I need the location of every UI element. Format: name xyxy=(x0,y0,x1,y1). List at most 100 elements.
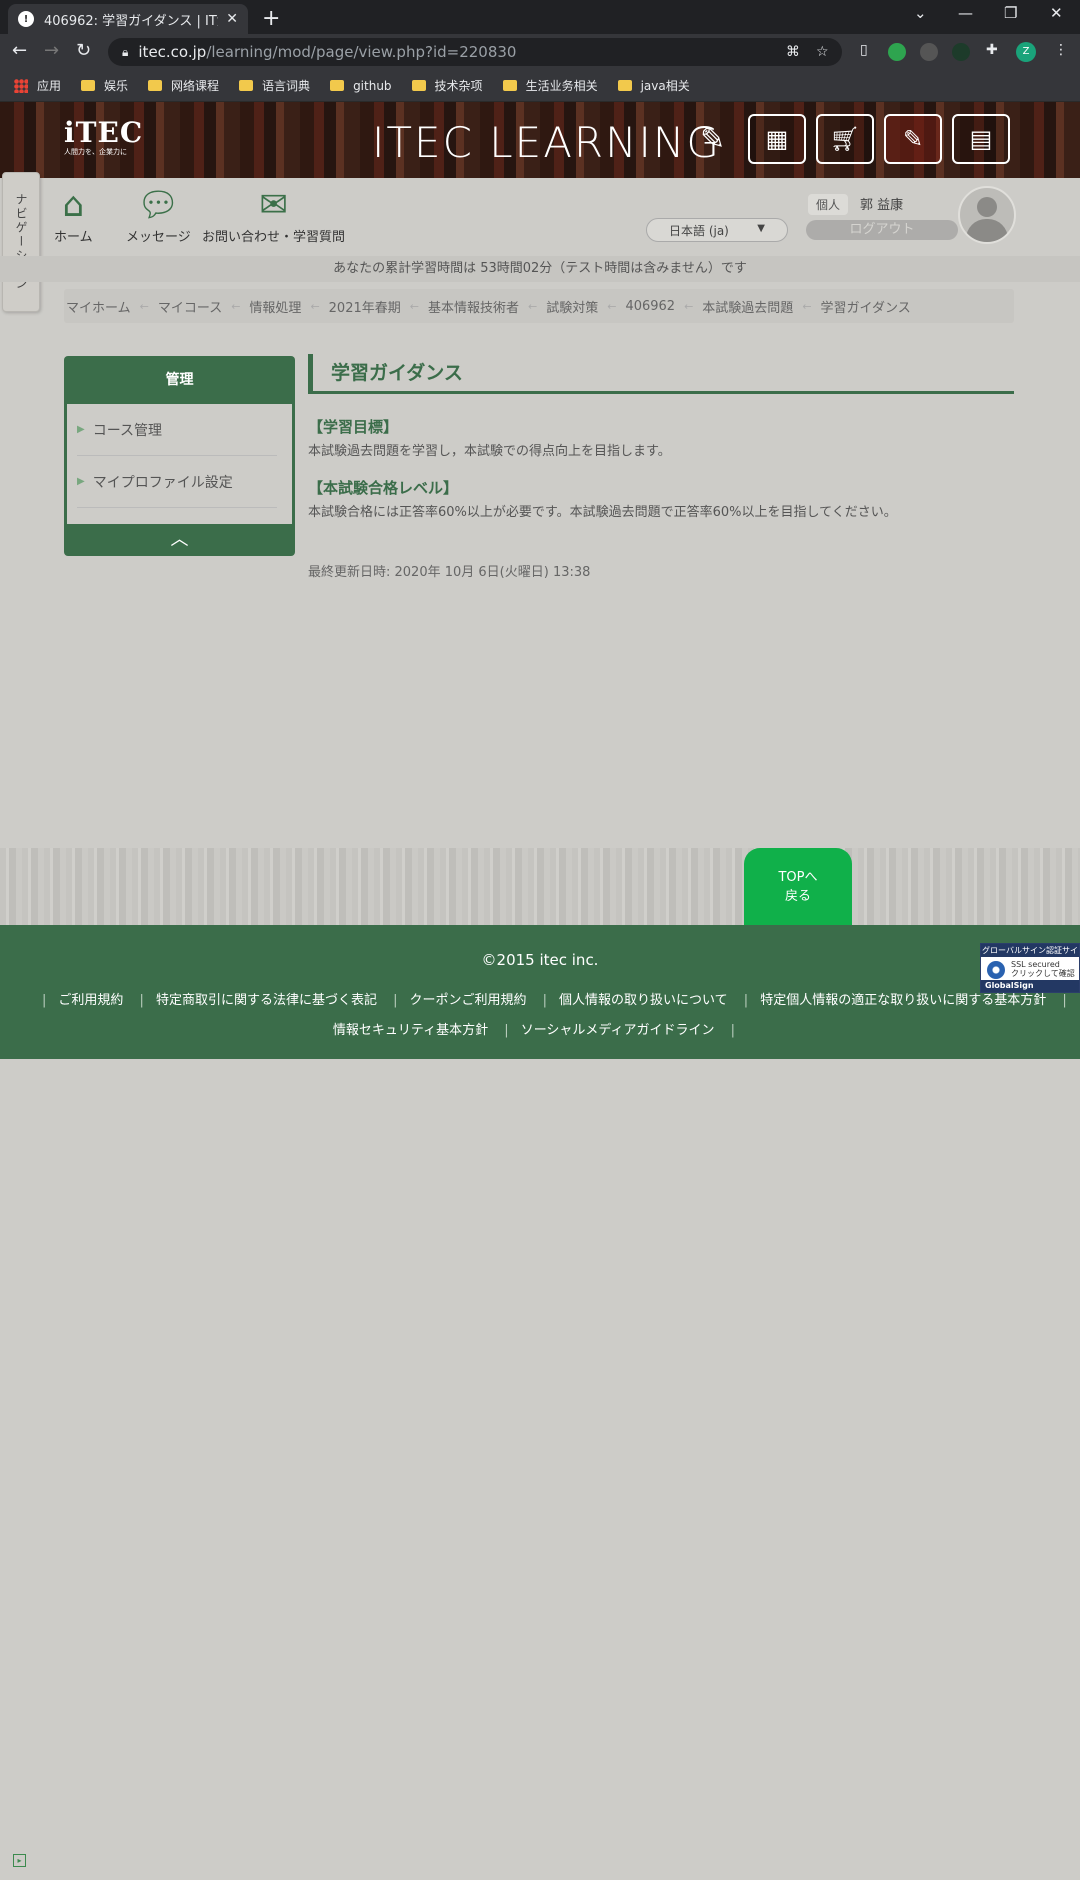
user-avatar[interactable] xyxy=(958,186,1016,244)
extension-dark-icon[interactable] xyxy=(952,43,970,61)
chat-icon: 💬︎ xyxy=(136,185,180,225)
bookmark-apps[interactable]: 应用 xyxy=(14,77,61,94)
bookmark-folder[interactable]: github xyxy=(330,79,392,93)
footer-link-social-media[interactable]: ソーシャルメディアガイドライン xyxy=(521,1023,715,1038)
itec-logo[interactable]: iTEC 人間力を、企業力に xyxy=(64,116,143,157)
footer-links-row-1: | ご利用規約 | 特定商取引に関する法律に基づく表記 | クーポンご利用規約 | 個人… xyxy=(42,993,1067,1008)
ssl-seal[interactable]: グローバルサイン認証サイト SSL secured クリックして確認 Global… xyxy=(980,943,1080,993)
nav-contact[interactable]: ✉ お問い合わせ・学習質問 xyxy=(202,184,345,245)
bookmark-folder[interactable]: 生活业务相关 xyxy=(502,77,598,94)
breadcrumb: マイホーム ← マイコース ← 情報処理 ← 2021年春期 ← 基本情報技術者 ← 試験… xyxy=(64,289,1014,323)
bookmark-folder[interactable]: 娱乐 xyxy=(81,77,128,94)
translate-icon[interactable]: ⌘ xyxy=(786,44,800,60)
mail-icon: ✉ xyxy=(259,185,288,225)
breadcrumb-item[interactable]: 情報処理 xyxy=(249,297,301,316)
footer-link-security-policy[interactable]: 情報セキュリティ基本方針 xyxy=(333,1023,488,1038)
breadcrumb-item[interactable]: 基本情報技術者 xyxy=(428,297,519,316)
breadcrumb-item[interactable]: 2021年春期 xyxy=(329,297,401,316)
reading-list-icon[interactable]: ▯ xyxy=(860,42,868,58)
triangle-right-icon: ▶ xyxy=(77,476,85,487)
nav-messages[interactable]: 💬︎ メッセージ xyxy=(126,184,191,245)
chrome-menu-icon[interactable]: ⋮ xyxy=(1054,42,1068,58)
address-bar[interactable]: 🔒︎ itec.co.jp/learning/mod/page/view.php… xyxy=(108,38,842,66)
footer-link-privacy[interactable]: 個人情報の取り扱いについて xyxy=(559,993,728,1008)
folder-icon xyxy=(617,80,632,91)
back-to-top-button[interactable]: TOPへ 戻る xyxy=(744,848,852,925)
footer-link-personal-number-policy[interactable]: 特定個人情報の適正な取り扱いに関する基本方針 xyxy=(760,993,1046,1008)
tab-title: 406962: 学習ガイダンス | IT資格 xyxy=(44,13,218,29)
breadcrumb-separator-icon: ← xyxy=(527,299,538,313)
apps-grid-icon xyxy=(14,78,28,93)
goal-text: 本試験過去問題を学習し，本試験での得点向上を目指します。 xyxy=(308,444,671,459)
admin-item-profile-settings[interactable]: ▶ マイプロファイル設定 xyxy=(77,456,277,508)
minimize-icon[interactable]: — xyxy=(958,4,973,22)
breadcrumb-item[interactable]: マイホーム xyxy=(66,297,131,316)
bookmark-folder[interactable]: 网络课程 xyxy=(148,77,219,94)
breadcrumb-item[interactable]: 試験対策 xyxy=(546,297,598,316)
new-tab-icon[interactable]: + xyxy=(262,6,280,31)
building-icon[interactable]: ▦ xyxy=(748,114,806,164)
site-banner: iTEC 人間力を、企業力に ITEC LEARNING ✎ ▦ 🛒︎ ✎ ▤ xyxy=(0,102,1080,178)
footer-link-terms[interactable]: ご利用規約 xyxy=(58,993,123,1008)
breadcrumb-item[interactable]: 406962 xyxy=(625,299,675,314)
corner-toggle-icon[interactable]: ▸ xyxy=(13,1854,26,1867)
extension-green-icon[interactable] xyxy=(888,43,906,61)
breadcrumb-separator-icon: ← xyxy=(684,299,694,313)
navigation-drawer-tab[interactable]: ナビゲーション xyxy=(2,172,40,312)
folder-icon xyxy=(81,80,96,91)
close-tab-icon[interactable]: ✕ xyxy=(226,11,238,27)
home-icon: ⌂ xyxy=(62,185,85,225)
bookmark-folder[interactable]: 语言词典 xyxy=(239,77,310,94)
url-host: itec.co.jp xyxy=(138,43,207,61)
breadcrumb-item[interactable]: マイコース xyxy=(158,297,222,316)
extension-eyes-icon[interactable] xyxy=(920,43,938,61)
lock-icon: 🔒︎ xyxy=(122,44,129,59)
close-window-icon[interactable]: ✕ xyxy=(1050,4,1063,22)
language-select[interactable]: 日本語 (ja) ▼ xyxy=(646,218,788,242)
folder-icon xyxy=(239,80,254,91)
breadcrumb-separator-icon: ← xyxy=(802,299,812,313)
last-updated: 最終更新日時: 2020年 10月 6日(火曜日) 13:38 xyxy=(308,565,591,580)
folder-icon xyxy=(148,80,163,91)
footer-bookshelf-decoration xyxy=(0,848,1080,925)
nav-home[interactable]: ⌂ ホーム xyxy=(54,184,93,245)
user-type-badge: 個人 xyxy=(808,194,849,215)
site-favicon-icon: ! xyxy=(18,11,34,27)
back-icon[interactable]: ← xyxy=(12,40,27,61)
admin-item-course-management[interactable]: ▶ コース管理 xyxy=(77,404,277,456)
url-path: /learning/mod/page/view.php?id=220830 xyxy=(206,43,517,61)
collapse-chevron-up-icon[interactable]: ︿ xyxy=(64,524,295,556)
folder-icon xyxy=(330,80,345,91)
admin-block-body: ▶ コース管理 ▶ マイプロファイル設定 xyxy=(67,404,292,524)
browser-tab[interactable]: ! 406962: 学習ガイダンス | IT資格 ✕ xyxy=(8,4,248,34)
logout-button[interactable]: ログアウト xyxy=(806,220,958,240)
caret-down-icon: ▼ xyxy=(757,223,765,234)
folder-icon xyxy=(502,80,517,91)
study-time-bar: あなたの累計学習時間は 53時間02分（テスト時間は含みません）です xyxy=(0,256,1080,282)
footer-links-row-2: 情報セキュリティ基本方針 | ソーシャルメディアガイドライン | xyxy=(332,1023,736,1038)
footer-link-commerce-law[interactable]: 特定商取引に関する法律に基づく表記 xyxy=(156,993,377,1008)
extensions-puzzle-icon[interactable]: ✚ xyxy=(986,42,998,58)
restore-icon[interactable]: ❐ xyxy=(1004,4,1017,22)
pass-level-heading: 【本試験合格レベル】 xyxy=(308,479,459,497)
bookmarks-bar: 应用 娱乐 网络课程 语言词典 github 技术杂项 生活业务相关 java相… xyxy=(0,70,1080,102)
goal-heading: 【学習目標】 xyxy=(308,418,399,436)
bookmark-star-icon[interactable]: ☆ xyxy=(816,44,829,60)
breadcrumb-separator-icon: ← xyxy=(310,299,320,313)
breadcrumb-item[interactable]: 本試験過去問題 xyxy=(702,297,793,316)
browser-toolbar: ← → ↻ 🔒︎ itec.co.jp/learning/mod/page/vi… xyxy=(0,34,1080,70)
edit-icon[interactable]: ✎ xyxy=(884,114,942,164)
bookmark-folder[interactable]: 技术杂项 xyxy=(411,77,483,94)
reload-icon[interactable]: ↻ xyxy=(76,40,91,61)
book-icon[interactable]: ▤ xyxy=(952,114,1010,164)
bookmark-folder[interactable]: java相关 xyxy=(617,77,690,94)
cart-icon[interactable]: 🛒︎ xyxy=(816,114,874,164)
triangle-right-icon: ▶ xyxy=(77,424,85,435)
site-footer: ©2015 itec inc. | ご利用規約 | 特定商取引に関する法律に基づく表… xyxy=(0,925,1080,1059)
pencil-icon: ✎ xyxy=(700,122,726,157)
tab-search-icon[interactable]: ⌄ xyxy=(914,4,927,22)
brand-title: ITEC LEARNING xyxy=(372,118,721,167)
forward-icon[interactable]: → xyxy=(44,40,59,61)
profile-avatar-icon[interactable]: Z xyxy=(1016,42,1036,62)
footer-link-coupon-terms[interactable]: クーポンご利用規約 xyxy=(409,993,526,1008)
